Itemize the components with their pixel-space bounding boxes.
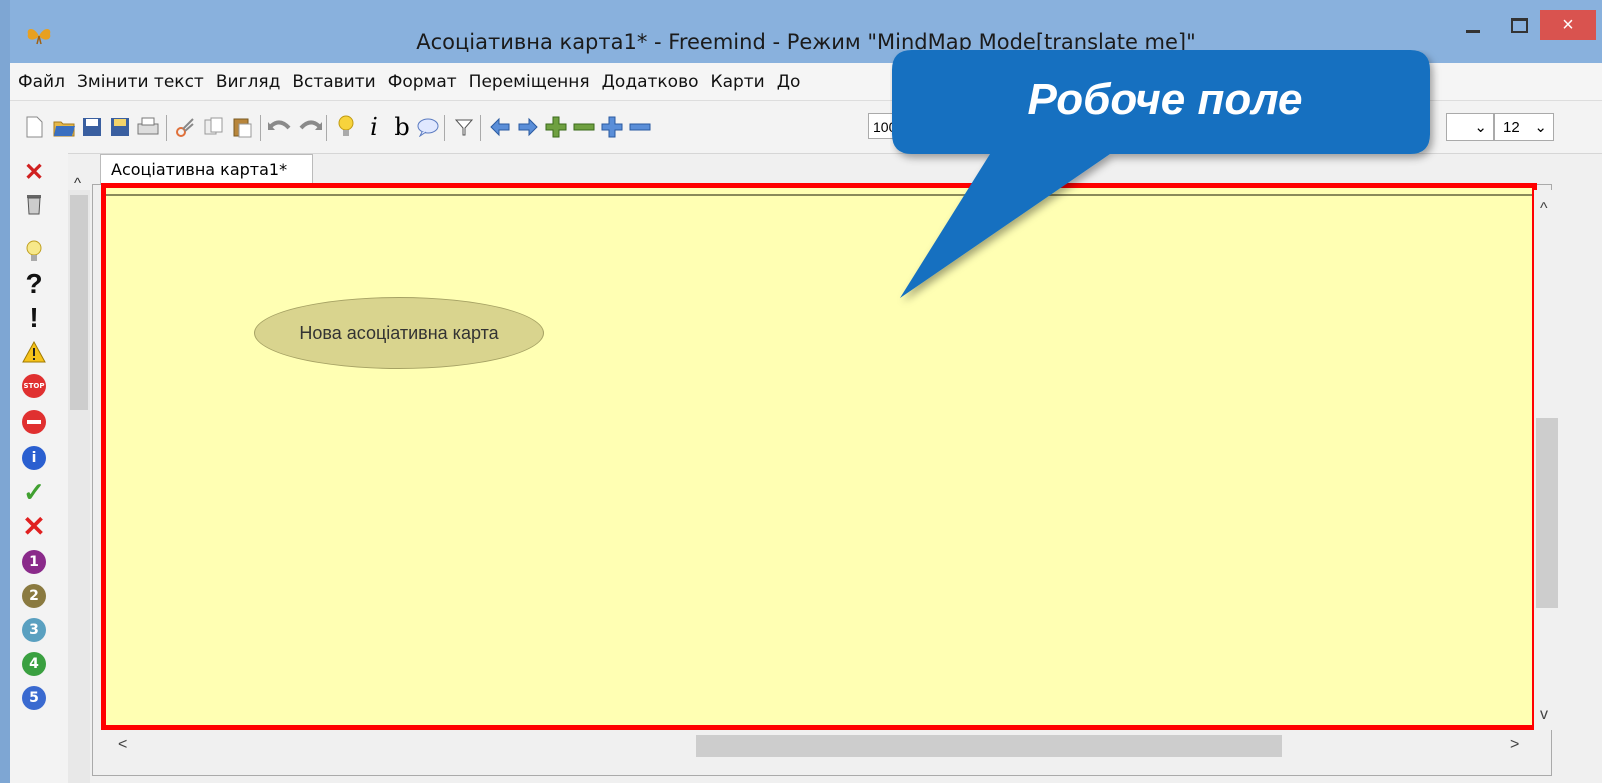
- italic-icon[interactable]: i: [360, 113, 388, 141]
- chevron-down-icon: ⌄: [1474, 119, 1487, 136]
- green-minus-icon[interactable]: [570, 113, 598, 141]
- menu-navigate[interactable]: Переміщення: [469, 72, 590, 92]
- copy-icon[interactable]: [200, 113, 228, 141]
- font-family-dropdown[interactable]: ⌄: [1446, 113, 1494, 141]
- scroll-right-icon[interactable]: >: [1510, 736, 1519, 754]
- close-button[interactable]: ×: [1540, 10, 1596, 40]
- arrow-right-icon[interactable]: [514, 113, 542, 141]
- menu-edit-text[interactable]: Змінити текст: [77, 72, 204, 92]
- check-icon[interactable]: ✓: [21, 477, 47, 507]
- vertical-scroll-thumb[interactable]: [1536, 418, 1558, 608]
- exclamation-icon[interactable]: !: [21, 302, 47, 333]
- font-size-value: 12: [1503, 118, 1520, 136]
- tab-map[interactable]: Асоціативна карта1*: [100, 154, 313, 184]
- save-icon[interactable]: [78, 113, 106, 141]
- horizontal-scroll-thumb[interactable]: [696, 735, 1282, 757]
- stop-icon[interactable]: STOP: [21, 373, 47, 399]
- minimize-icon: [1466, 29, 1480, 33]
- cut-icon[interactable]: [172, 113, 200, 141]
- undo-icon[interactable]: [266, 113, 294, 141]
- menu-maps[interactable]: Карти: [711, 72, 765, 92]
- app-window: Асоціативна карта1* - Freemind - Режим "…: [10, 0, 1602, 783]
- priority-5-icon[interactable]: 5: [21, 685, 47, 711]
- print-icon[interactable]: [134, 113, 162, 141]
- warning-icon[interactable]: [21, 339, 47, 365]
- filter-icon[interactable]: [450, 113, 478, 141]
- open-icon[interactable]: [50, 113, 78, 141]
- callout-label: Робоче поле: [1027, 75, 1303, 124]
- trash-icon[interactable]: [21, 191, 47, 217]
- chevron-down-icon: ⌄: [1534, 119, 1547, 136]
- maximize-icon: [1510, 17, 1528, 33]
- cross-icon[interactable]: ✕: [21, 511, 47, 542]
- redo-icon[interactable]: [296, 113, 324, 141]
- icon-sidebar: ✕ ? ! STOP i ✓ ✕ 1 2 3 4 5: [10, 153, 68, 783]
- maximize-button[interactable]: [1496, 10, 1542, 40]
- question-icon[interactable]: ?: [21, 268, 47, 299]
- close-icon: ×: [1562, 13, 1574, 36]
- new-icon[interactable]: [20, 113, 48, 141]
- bold-icon[interactable]: b: [388, 113, 416, 141]
- info-icon[interactable]: i: [21, 445, 47, 471]
- paste-icon[interactable]: [228, 113, 256, 141]
- menu-format[interactable]: Формат: [388, 72, 457, 92]
- priority-4-icon[interactable]: 4: [21, 651, 47, 677]
- scroll-left-icon[interactable]: <: [118, 736, 127, 754]
- save-as-icon[interactable]: [106, 113, 134, 141]
- idea-bulb-icon[interactable]: [332, 113, 360, 141]
- root-node[interactable]: Нова асоціативна карта: [254, 297, 544, 369]
- idea-icon[interactable]: [21, 239, 47, 265]
- scroll-down-icon[interactable]: v: [1540, 706, 1548, 724]
- green-plus-icon[interactable]: [542, 113, 570, 141]
- font-size-dropdown[interactable]: 12 ⌄: [1494, 113, 1554, 141]
- no-entry-icon[interactable]: [21, 409, 47, 435]
- scroll-up-icon[interactable]: ^: [1540, 200, 1548, 218]
- remove-icon[interactable]: ✕: [21, 159, 47, 186]
- blue-plus-icon[interactable]: [598, 113, 626, 141]
- blue-minus-icon[interactable]: [626, 113, 654, 141]
- menu-file[interactable]: Файл: [18, 72, 65, 92]
- menu-extras[interactable]: Додатково: [602, 72, 699, 92]
- cloud-icon[interactable]: [414, 113, 442, 141]
- menu-insert[interactable]: Вставити: [292, 72, 375, 92]
- priority-2-icon[interactable]: 2: [21, 583, 47, 609]
- sidebar-scroll-thumb[interactable]: [70, 195, 88, 410]
- minimize-button[interactable]: [1450, 10, 1496, 40]
- priority-1-icon[interactable]: 1: [21, 549, 47, 575]
- menu-view[interactable]: Вигляд: [216, 72, 281, 92]
- priority-3-icon[interactable]: 3: [21, 617, 47, 643]
- menu-help[interactable]: До: [777, 72, 801, 92]
- arrow-left-icon[interactable]: [486, 113, 514, 141]
